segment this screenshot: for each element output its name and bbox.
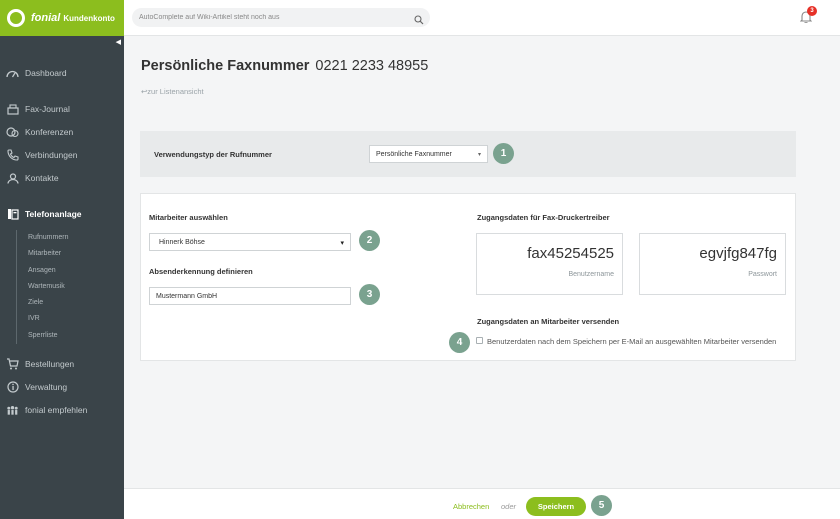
chevron-down-icon: ▾ [477,152,481,158]
sidebar-subitem-ziele[interactable]: Ziele [28,295,68,311]
step-badge-3: 3 [359,284,380,305]
chevron-down-icon: ▾ [340,240,344,247]
sender-id-input[interactable] [149,287,351,305]
sender-id-label: Absenderkennung definieren [149,267,253,276]
details-panel: Mitarbeiter auswählen Hinnerk Böhse ▾ 2 … [140,193,796,361]
step-badge-4: 4 [449,332,470,353]
search-input[interactable] [139,14,399,21]
sidebar-subitem-sperrliste[interactable]: Sperrliste [28,328,68,344]
page-phone-number: 0221 2233 48955 [315,58,429,74]
username-box: fax45254525 Benutzername [476,233,623,295]
contacts-icon [6,172,19,184]
sidebar-item-label: Bestellungen [25,359,75,369]
employee-label: Mitarbeiter auswählen [149,213,228,222]
fax-icon [6,103,19,115]
sidebar-item-label: Telefonanlage [25,209,82,219]
collapse-sidebar-icon[interactable]: ◀ [116,38,121,46]
password-caption: Passwort [748,271,777,278]
sidebar-subitem-ivr[interactable]: IVR [28,311,68,327]
search-icon[interactable] [414,12,424,30]
pbx-icon [6,208,19,220]
sidebar-item-fonial-empfehlen[interactable]: fonial empfehlen [6,403,87,417]
sidebar-subitem-ansagen[interactable]: Ansagen [28,263,68,279]
sidebar-item-label: Kontakte [25,173,59,183]
notification-count-badge: 3 [807,6,817,16]
or-separator: oder [501,502,517,511]
sidebar-item-konferenzen[interactable]: Konferenzen [6,125,73,139]
conference-icon [6,126,19,138]
brand-name: fonial [31,12,61,24]
sidebar-item-fax-journal[interactable]: Fax-Journal [6,102,70,116]
employee-select[interactable]: Hinnerk Böhse ▾ [149,233,351,251]
password-box: egvjfg847fg Passwort [639,233,786,295]
footer-bar: Abbrechen oder Speichern 5 [124,488,840,519]
password-value: egvjfg847fg [699,245,777,262]
send-email-checkbox-label[interactable]: Benutzerdaten nach dem Speichern per E-M… [487,337,776,346]
brand-subtitle: Kundenkonto [63,13,115,23]
sidebar-subitem-rufnummern[interactable]: Rufnummern [28,230,68,246]
logo[interactable]: fonial Kundenkonto [0,0,124,36]
usage-type-selected: Persönliche Faxnummer [376,150,452,158]
credentials-label: Zugangsdaten für Fax-Druckertreiber [477,213,610,222]
info-icon [6,381,19,393]
send-email-checkbox[interactable] [476,337,483,344]
send-credentials-label: Zugangsdaten an Mitarbeiter versenden [477,317,620,326]
sidebar-item-verwaltung[interactable]: Verwaltung [6,380,67,394]
usage-type-select[interactable]: Persönliche Faxnummer ▾ [369,145,488,163]
step-badge-5: 5 [591,495,612,516]
top-bar: 3 [124,0,840,36]
page-title: Persönliche Faxnummer 0221 2233 48955 [141,58,428,74]
username-caption: Benutzername [568,271,614,278]
sidebar-item-label: Fax-Journal [25,104,70,114]
sidebar: fonial Kundenkonto ◀ Dashboard Fax-Journ… [0,0,124,519]
sidebar-item-bestellungen[interactable]: Bestellungen [6,357,74,371]
search-box [132,8,430,27]
sidebar-item-label: Konferenzen [25,127,74,137]
save-button[interactable]: Speichern [526,497,586,516]
sidebar-item-label: Verwaltung [25,382,68,392]
employee-selected: Hinnerk Böhse [159,238,205,246]
back-to-list-link[interactable]: ↩zur Listenansicht [141,87,204,96]
back-link-label: zur Listenansicht [147,87,204,96]
usage-type-panel: Verwendungstyp der Rufnummer Persönliche… [140,131,796,177]
fonial-logo-icon [7,9,25,27]
sidebar-item-label: Verbindungen [25,150,78,160]
sidebar-item-label: fonial empfehlen [25,405,88,415]
sidebar-item-telefonanlage[interactable]: Telefonanlage [6,207,82,221]
step-badge-2: 2 [359,230,380,251]
notifications-button[interactable]: 3 [799,6,817,28]
usage-type-label: Verwendungstyp der Rufnummer [154,150,272,159]
cancel-link[interactable]: Abbrechen [453,502,489,511]
people-icon [6,404,19,416]
sidebar-subitem-wartemusik[interactable]: Wartemusik [28,279,68,295]
step-badge-1: 1 [493,143,514,164]
username-value: fax45254525 [527,245,614,262]
sidebar-item-kontakte[interactable]: Kontakte [6,171,59,185]
sidebar-item-dashboard[interactable]: Dashboard [6,66,67,80]
sidebar-item-label: Dashboard [25,68,67,78]
sidebar-subitem-mitarbeiter[interactable]: Mitarbeiter [28,246,68,262]
phone-icon [6,149,19,161]
telefonanlage-submenu: Rufnummern Mitarbeiter Ansagen Wartemusi… [16,230,68,345]
dashboard-icon [6,67,19,79]
page-title-text: Persönliche Faxnummer [141,58,310,74]
sidebar-item-verbindungen[interactable]: Verbindungen [6,148,77,162]
cart-icon [6,358,19,370]
